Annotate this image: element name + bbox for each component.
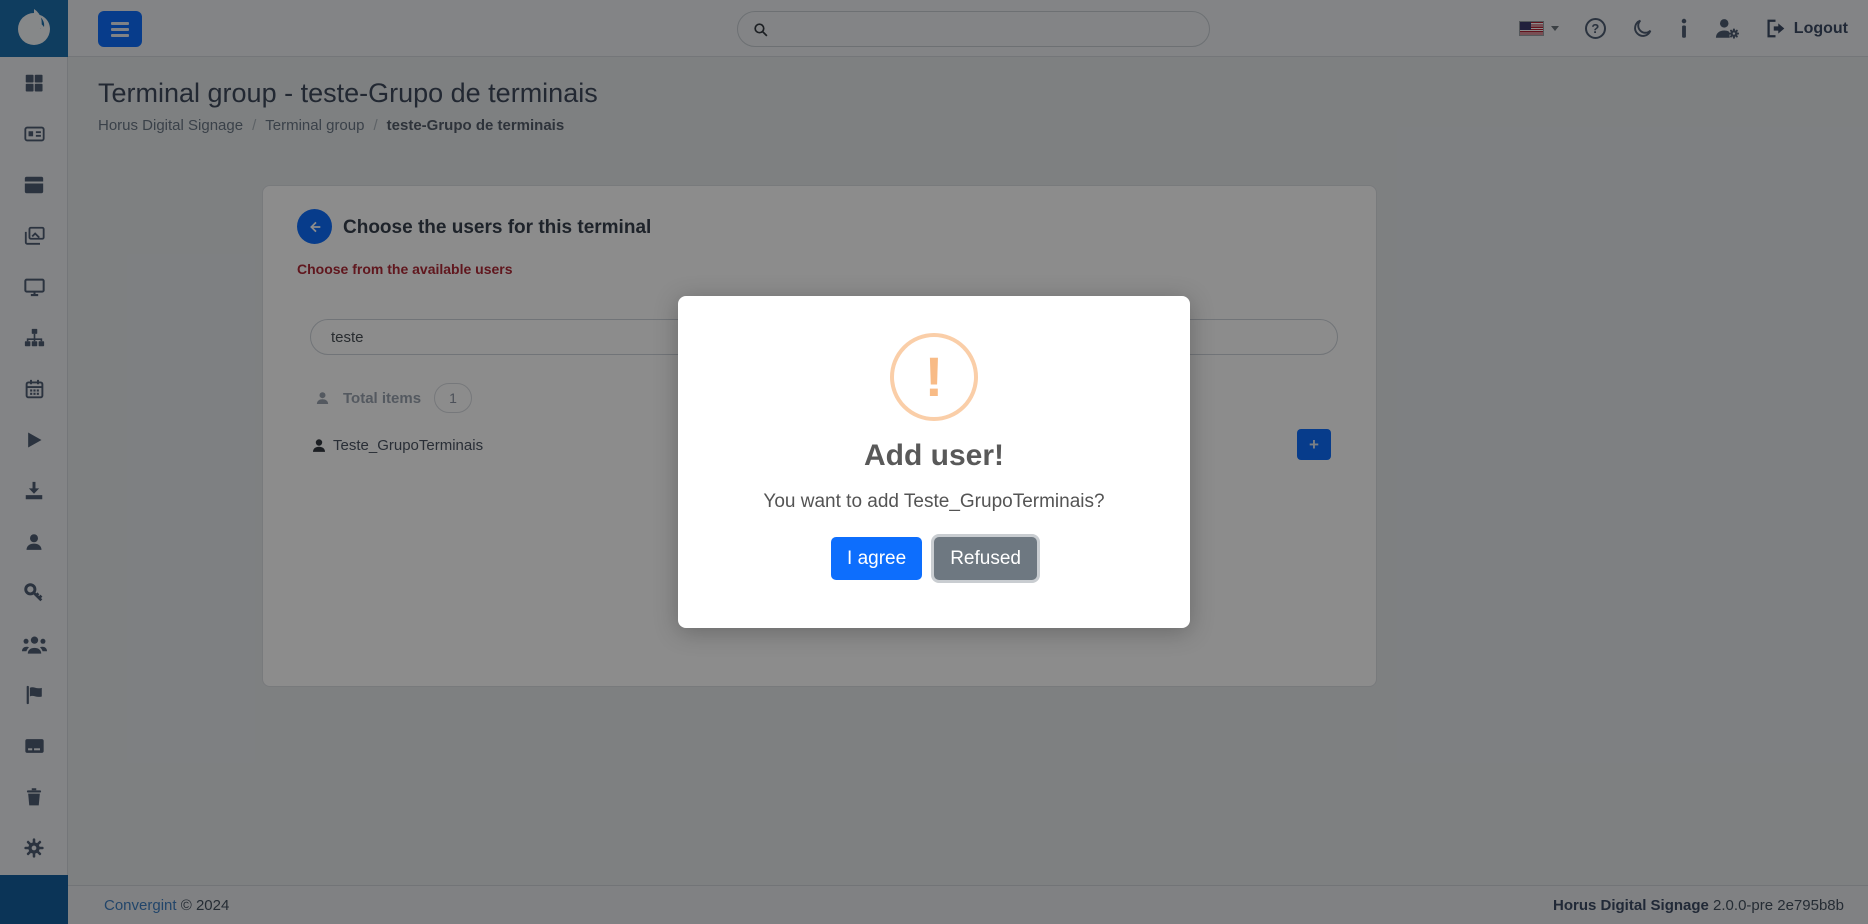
app-screen: ? xyxy=(0,0,1868,924)
warning-icon: ! xyxy=(890,333,978,421)
modal-body: You want to add Teste_GrupoTerminais? xyxy=(678,491,1190,513)
cancel-button[interactable]: Refused xyxy=(934,537,1037,580)
confirm-button[interactable]: I agree xyxy=(831,537,922,580)
modal-title: Add user! xyxy=(678,439,1190,473)
modal-actions: I agree Refused xyxy=(678,537,1190,580)
add-user-modal: ! Add user! You want to add Teste_GrupoT… xyxy=(678,296,1190,628)
